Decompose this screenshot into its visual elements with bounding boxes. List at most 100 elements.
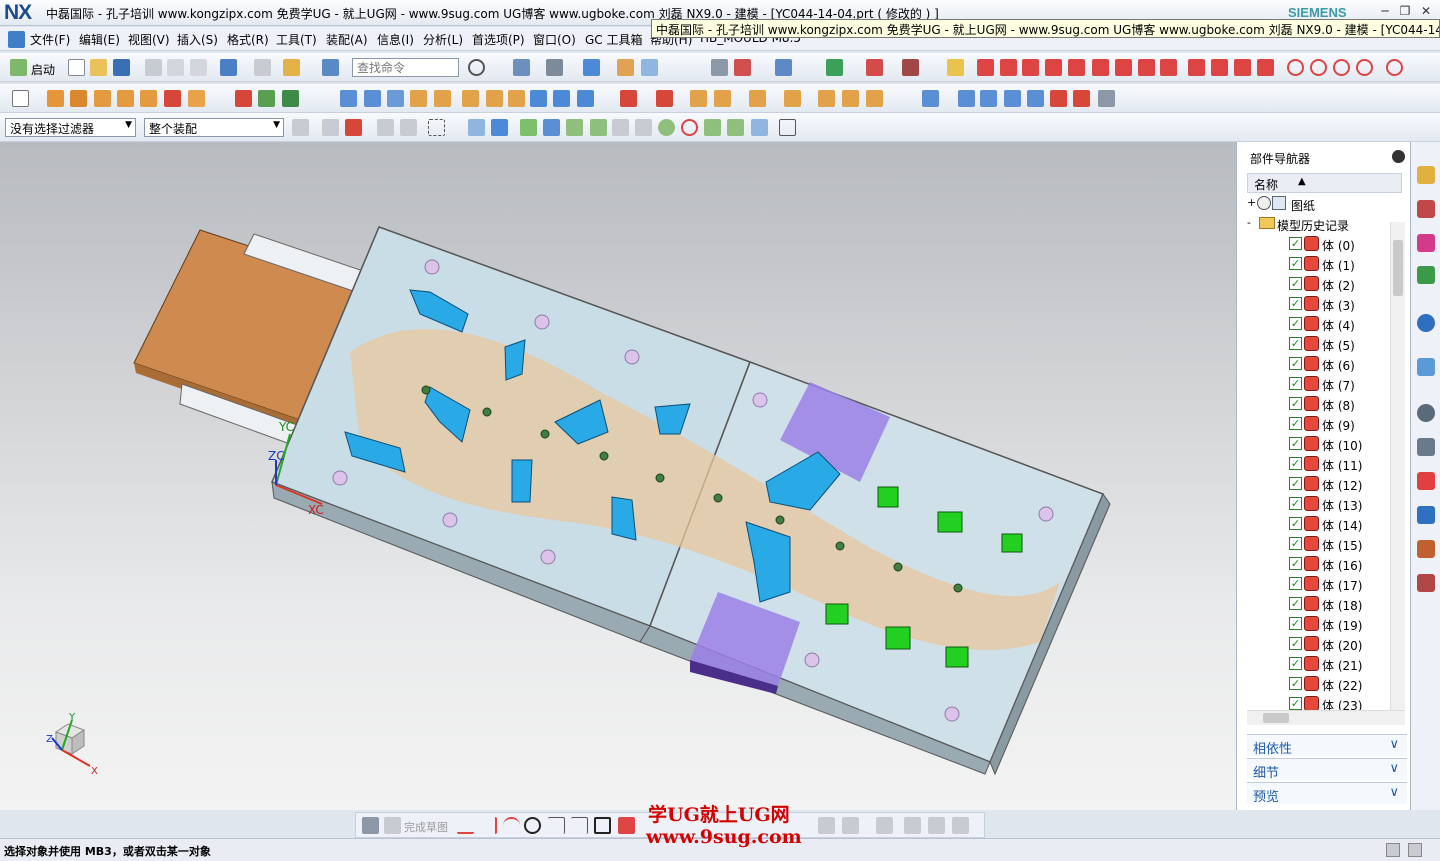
visibility-checkbox[interactable]: ✓	[1289, 617, 1302, 630]
sketch-circle-icon[interactable]	[524, 817, 541, 834]
visibility-checkbox[interactable]: ✓	[1289, 677, 1302, 690]
tree-row-body[interactable]: ✓ 体 (15)	[1247, 534, 1392, 554]
part-navigator-icon[interactable]	[1417, 234, 1435, 252]
repeat-command-icon[interactable]	[283, 59, 300, 76]
sketch-options-icon[interactable]	[952, 817, 969, 834]
menu-preferences[interactable]: 首选项(P)	[472, 31, 525, 48]
circle-icon[interactable]	[1287, 59, 1304, 76]
navigator-options-icon[interactable]	[1392, 150, 1405, 163]
sketch-arc-icon[interactable]	[503, 817, 520, 834]
selection-filter-select[interactable]: 没有选择过滤器 ▼	[5, 118, 136, 137]
menu-gc-toolkit[interactable]: GC 工具箱	[585, 31, 643, 48]
column-header-name[interactable]: 名称 ▲	[1247, 173, 1402, 193]
sketch-display-icon[interactable]	[928, 817, 945, 834]
visibility-checkbox[interactable]: ✓	[1289, 357, 1302, 370]
menu-insert[interactable]: 插入(S)	[177, 31, 218, 48]
sketch-dimension-icon[interactable]	[904, 817, 921, 834]
system-scenes-icon[interactable]	[1417, 574, 1435, 592]
status-options-icon[interactable]	[1408, 843, 1422, 857]
tree-row-body[interactable]: ✓ 体 (6)	[1247, 354, 1392, 374]
visibility-checkbox[interactable]: ✓	[1289, 397, 1302, 410]
menu-analysis[interactable]: 分析(L)	[423, 31, 463, 48]
menu-window[interactable]: 窗口(O)	[533, 31, 576, 48]
hole-icon[interactable]	[94, 90, 111, 107]
circle-tangent-icon[interactable]	[1356, 59, 1373, 76]
preview-panel[interactable]: 预览 ∨	[1247, 782, 1407, 805]
resize-face-icon[interactable]	[818, 90, 835, 107]
tree-row-body[interactable]: ✓ 体 (4)	[1247, 314, 1392, 334]
dependencies-panel[interactable]: 相依性 ∨	[1247, 734, 1407, 757]
visibility-checkbox[interactable]: ✓	[1289, 337, 1302, 350]
menu-information[interactable]: 信息(I)	[377, 31, 414, 48]
thicken-icon[interactable]	[1098, 90, 1115, 107]
pocket-icon[interactable]	[140, 90, 157, 107]
tree-row-body[interactable]: ✓ 体 (20)	[1247, 634, 1392, 654]
pattern-icon[interactable]	[620, 90, 637, 107]
snap-tangent-icon[interactable]	[681, 119, 698, 136]
visibility-checkbox[interactable]: ✓	[1289, 537, 1302, 550]
visibility-checkbox[interactable]: ✓	[1289, 437, 1302, 450]
delete-face-icon[interactable]	[784, 90, 801, 107]
search-icon[interactable]	[468, 59, 485, 76]
intersection-curve-icon[interactable]	[1138, 59, 1155, 76]
tree-node-model-history[interactable]: - 模型历史记录	[1247, 214, 1392, 234]
select-face-icon[interactable]	[491, 119, 508, 136]
sketch-spline-icon[interactable]	[618, 817, 635, 834]
trim-curve-icon[interactable]	[1160, 59, 1177, 76]
tree-row-body[interactable]: ✓ 体 (1)	[1247, 254, 1392, 274]
visibility-checkbox[interactable]: ✓	[1289, 277, 1302, 290]
move-face-icon[interactable]	[749, 90, 766, 107]
selection-scope-select[interactable]: 整个装配 ▼	[144, 118, 284, 137]
snap-control-icon[interactable]	[590, 119, 607, 136]
sketch-plane-icon[interactable]	[12, 90, 29, 107]
system-materials-icon[interactable]	[1417, 438, 1435, 456]
analysis-icon[interactable]	[775, 59, 792, 76]
menu-view[interactable]: 视图(V)	[128, 31, 170, 48]
curve-icon[interactable]	[1045, 59, 1062, 76]
snap-point-icon[interactable]	[520, 119, 537, 136]
rectangle-select-icon[interactable]	[428, 119, 445, 136]
visibility-checkbox[interactable]: ✓	[1289, 577, 1302, 590]
slot-icon[interactable]	[188, 90, 205, 107]
replace-face-icon[interactable]	[577, 90, 594, 107]
visibility-checkbox[interactable]: ✓	[1289, 417, 1302, 430]
spline-icon[interactable]	[1022, 59, 1039, 76]
visibility-checkbox[interactable]: ✓	[1289, 317, 1302, 330]
trim-corner-icon[interactable]	[1257, 59, 1274, 76]
grid-icon[interactable]	[779, 119, 796, 136]
full-screen-icon[interactable]	[1386, 843, 1400, 857]
tree-vertical-scrollbar[interactable]	[1390, 222, 1405, 710]
sketch-line-icon[interactable]	[480, 817, 497, 834]
edge-blend-icon[interactable]	[340, 90, 357, 107]
web-browser-icon[interactable]	[1417, 314, 1435, 332]
sketch-chamfer-icon[interactable]	[571, 817, 588, 834]
profile-icon[interactable]	[457, 817, 474, 834]
revolve-icon[interactable]	[70, 90, 87, 107]
tree-row-body[interactable]: ✓ 体 (14)	[1247, 514, 1392, 534]
pad-icon[interactable]	[164, 90, 181, 107]
circle-diameter-icon[interactable]	[1386, 59, 1403, 76]
snap-icon[interactable]	[734, 59, 751, 76]
intersect-icon[interactable]	[462, 90, 479, 107]
sketch-trim-icon[interactable]	[818, 817, 835, 834]
layer-icon[interactable]	[617, 59, 634, 76]
tree-row-body[interactable]: ✓ 体 (12)	[1247, 474, 1392, 494]
visibility-checkbox[interactable]: ✓	[1289, 237, 1302, 250]
new-file-icon[interactable]	[68, 59, 85, 76]
groove-icon[interactable]	[235, 90, 252, 107]
snap-quadrant-icon[interactable]	[658, 119, 675, 136]
tree-row-body[interactable]: ✓ 体 (19)	[1247, 614, 1392, 634]
draft-icon[interactable]	[530, 90, 547, 107]
tree-row-body[interactable]: ✓ 体 (17)	[1247, 574, 1392, 594]
bounded-plane-icon[interactable]	[1027, 90, 1044, 107]
finish-sketch-button[interactable]: 完成草图	[404, 819, 448, 835]
snap-on-curve-icon[interactable]	[727, 119, 744, 136]
bridge-curve-icon[interactable]	[1092, 59, 1109, 76]
scroll-thumb[interactable]	[1393, 240, 1403, 296]
visibility-checkbox[interactable]: ✓	[1289, 697, 1302, 710]
roles-icon[interactable]	[1417, 540, 1435, 558]
swept-icon[interactable]	[958, 90, 975, 107]
visibility-checkbox[interactable]: ✓	[1289, 657, 1302, 670]
clock-icon[interactable]	[1417, 404, 1435, 422]
tree-row-body[interactable]: ✓ 体 (3)	[1247, 294, 1392, 314]
